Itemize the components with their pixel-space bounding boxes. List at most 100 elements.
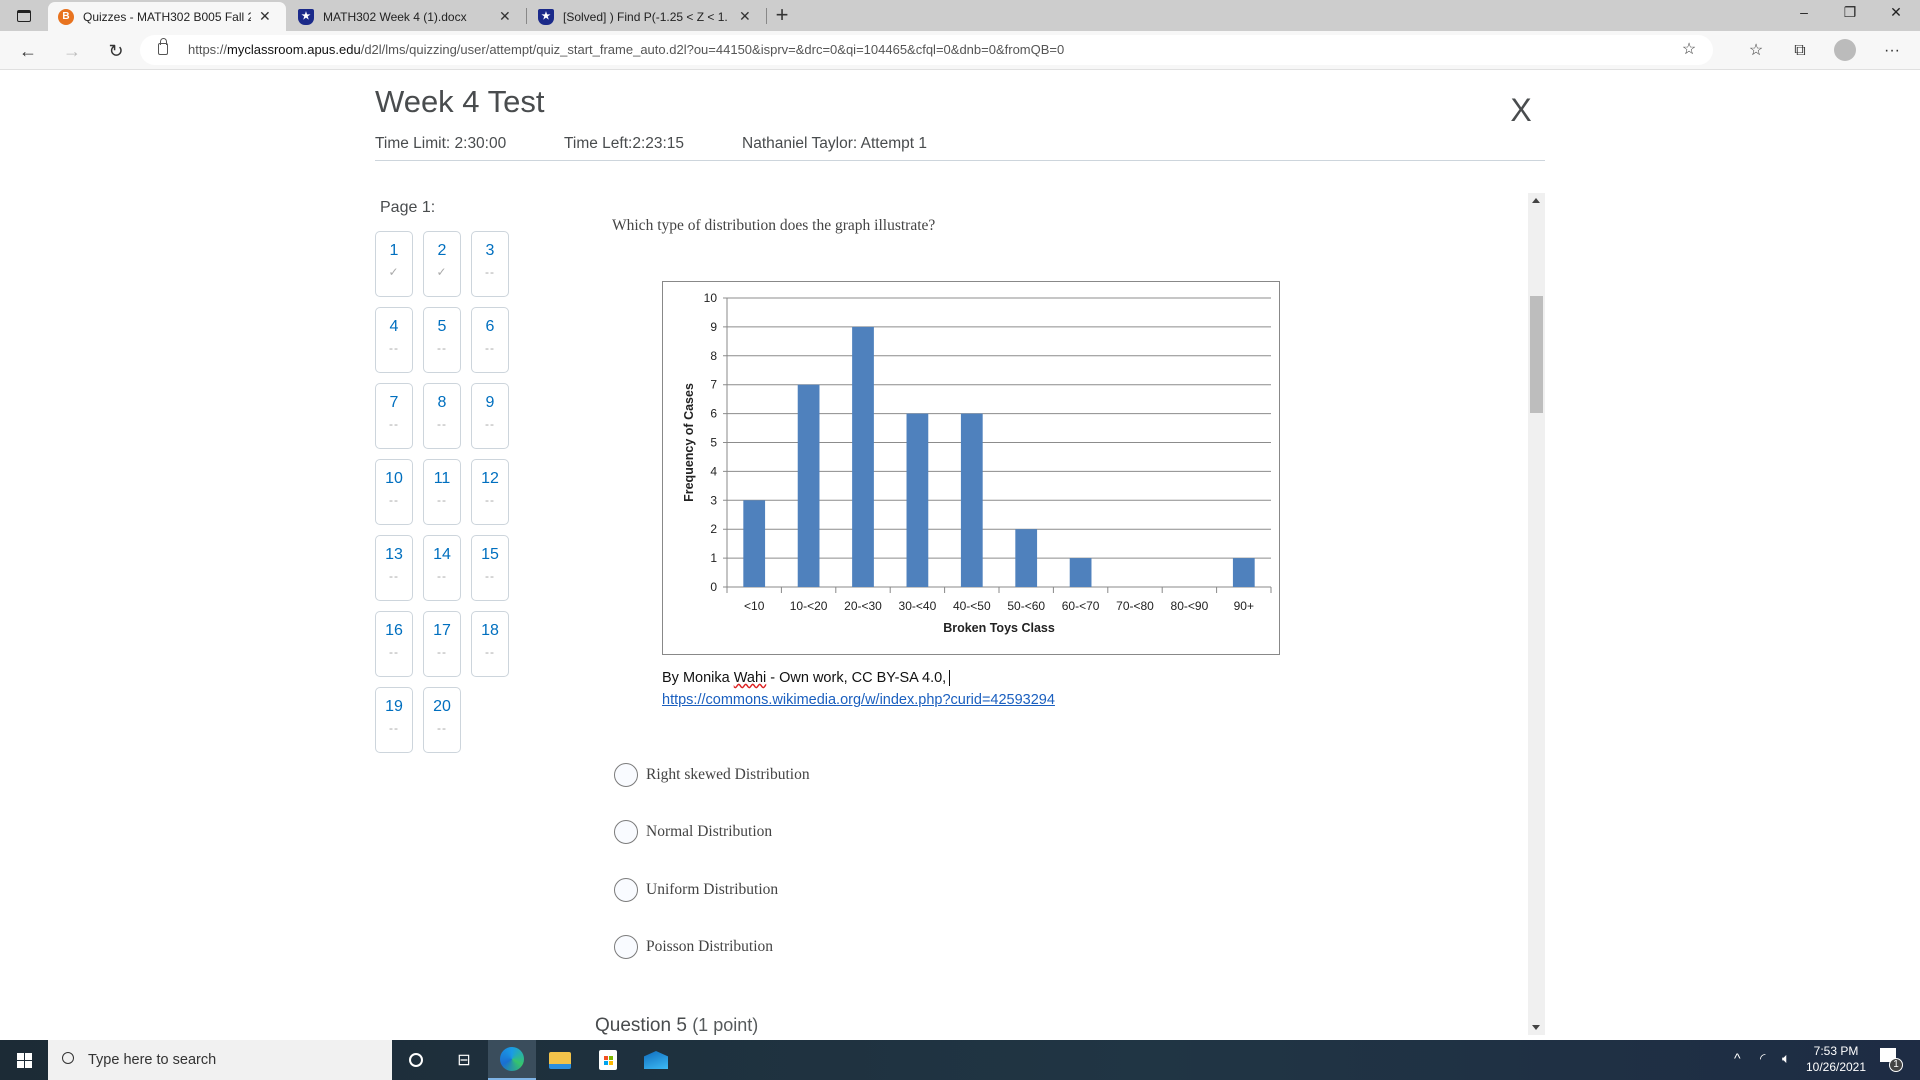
collections-icon[interactable]: ⧉ (1788, 39, 1812, 63)
unanswered-dash: -- (437, 341, 447, 355)
unanswered-dash: -- (437, 721, 447, 735)
y-tick-label: 5 (710, 436, 717, 450)
unanswered-dash: -- (485, 645, 495, 659)
bar (1232, 558, 1255, 587)
question-nav-item[interactable]: 10 -- (375, 459, 413, 525)
choice-normal[interactable]: Normal Distribution (614, 820, 772, 844)
scroll-up-icon[interactable] (1532, 198, 1540, 203)
add-favorite-icon[interactable]: ☆ (1677, 38, 1701, 62)
question-nav-item[interactable]: 4 -- (375, 307, 413, 373)
time-text: 7:53 PM (1813, 1044, 1859, 1058)
radio-button[interactable] (614, 935, 638, 959)
close-quiz-button[interactable]: X (1506, 94, 1536, 126)
y-tick-label: 8 (710, 349, 717, 363)
d2l-icon: B (58, 8, 74, 25)
question-number: 17 (433, 622, 451, 639)
y-tick-label: 0 (710, 580, 717, 594)
question-nav-item[interactable]: 20 -- (423, 687, 461, 753)
choice-poisson[interactable]: Poisson Distribution (614, 935, 773, 959)
tab-solved[interactable]: ★ [Solved] ) Find P(-1.25 < Z < 1. R ✕ (528, 2, 766, 31)
question-nav-item[interactable]: 16 -- (375, 611, 413, 677)
more-menu-icon[interactable]: ··· (1880, 39, 1904, 63)
restore-button[interactable]: ❐ (1830, 4, 1870, 21)
choice-uniform[interactable]: Uniform Distribution (614, 878, 778, 902)
new-tab-button[interactable]: + (770, 3, 794, 27)
question-nav-item[interactable]: 14 -- (423, 535, 461, 601)
question-nav-item[interactable]: 18 -- (471, 611, 509, 677)
question-nav-item[interactable]: 9 -- (471, 383, 509, 449)
store-icon[interactable] (584, 1040, 632, 1080)
radio-button[interactable] (614, 878, 638, 902)
network-icon[interactable]: ◜ (1760, 1050, 1765, 1067)
bar (906, 413, 929, 587)
x-tick-label: 10-<20 (790, 599, 828, 613)
choice-label: Uniform Distribution (646, 881, 779, 898)
mail-icon[interactable] (632, 1040, 680, 1080)
radio-button[interactable] (614, 820, 638, 844)
question-nav-item[interactable]: 1 ✓ (375, 231, 413, 297)
tab-title: MATH302 Week 4 (1).docx (323, 9, 467, 24)
question-text: Which type of distribution does the grap… (612, 217, 936, 234)
start-button[interactable] (0, 1040, 48, 1080)
windows-logo-pane (25, 1061, 32, 1068)
y-tick-label: 2 (710, 522, 717, 536)
scroll-thumb[interactable] (1530, 296, 1543, 413)
attribution-text: By Monika Wahi - Own work, CC BY-SA 4.0, (662, 670, 955, 686)
clock[interactable]: 7:53 PM 10/26/2021 (1800, 1043, 1872, 1075)
question-nav-item[interactable]: 13 -- (375, 535, 413, 601)
favorites-icon[interactable]: ☆ (1744, 39, 1768, 63)
question-nav-item[interactable]: 19 -- (375, 687, 413, 753)
windows-logo-pane (17, 1061, 24, 1068)
taskbar-search-input[interactable]: Type here to search (48, 1040, 392, 1080)
show-hidden-icons[interactable]: ^ (1734, 1050, 1741, 1066)
question-nav-item[interactable]: 7 -- (375, 383, 413, 449)
question-nav-item[interactable]: 6 -- (471, 307, 509, 373)
attribution-link[interactable]: https://commons.wikimedia.org/w/index.ph… (662, 692, 1055, 708)
minimize-button[interactable]: – (1784, 4, 1824, 20)
question-nav-item[interactable]: 5 -- (423, 307, 461, 373)
url-host: myclassroom.apus.edu (227, 42, 361, 57)
search-placeholder: Type here to search (88, 1052, 217, 1068)
question-number: 2 (437, 242, 447, 259)
question-nav-item[interactable]: 2 ✓ (423, 231, 461, 297)
question-nav-item[interactable]: 11 -- (423, 459, 461, 525)
unanswered-dash: -- (485, 341, 495, 355)
question-nav-item[interactable]: 17 -- (423, 611, 461, 677)
attempt-info: Nathaniel Taylor: Attempt 1 (742, 135, 927, 152)
volume-icon[interactable]: 🔈︎ (1782, 1050, 1790, 1067)
tab-actions-icon[interactable] (12, 4, 36, 28)
question-nav-item[interactable]: 3 -- (471, 231, 509, 297)
close-tab-icon[interactable]: ✕ (259, 8, 271, 25)
cortana-icon[interactable] (392, 1040, 440, 1080)
scroll-down-icon[interactable] (1532, 1025, 1540, 1030)
back-button[interactable]: ← (16, 39, 40, 63)
page-title: Week 4 Test (375, 84, 545, 119)
forward-button[interactable]: → (60, 39, 84, 63)
url-input[interactable]: https://myclassroom.apus.edu/d2l/lms/qui… (140, 35, 1713, 65)
reload-button[interactable]: ↻ (104, 39, 128, 63)
lock-icon (158, 38, 168, 55)
radio-button[interactable] (614, 763, 638, 787)
question-nav-item[interactable]: 12 -- (471, 459, 509, 525)
x-tick-label: 60-<70 (1062, 599, 1100, 613)
shield-star-icon: ★ (298, 8, 314, 25)
file-explorer-icon[interactable] (536, 1040, 584, 1080)
task-view-icon[interactable]: ⊟ (440, 1040, 488, 1080)
tab-docx[interactable]: ★ MATH302 Week 4 (1).docx ✕ (288, 2, 526, 31)
choice-right-skewed[interactable]: Right skewed Distribution (614, 763, 810, 787)
y-axis-label: Frequency of Cases (682, 383, 696, 502)
close-tab-icon[interactable]: ✕ (739, 8, 751, 25)
scrollbar[interactable] (1528, 193, 1545, 1035)
bar (960, 413, 983, 587)
question-nav-item[interactable]: 15 -- (471, 535, 509, 601)
unanswered-dash: -- (437, 493, 447, 507)
answered-check-icon: ✓ (388, 265, 400, 279)
close-tab-icon[interactable]: ✕ (499, 8, 511, 25)
profile-avatar[interactable] (1834, 39, 1856, 61)
close-window-button[interactable]: ✕ (1876, 4, 1916, 21)
tab-quizzes[interactable]: B Quizzes - MATH302 B005 Fall 20 ✕ (48, 2, 286, 31)
edge-icon[interactable] (488, 1040, 536, 1080)
page-label: Page 1: (380, 199, 436, 216)
notifications-icon[interactable]: 1 (1880, 1048, 1903, 1072)
question-nav-item[interactable]: 8 -- (423, 383, 461, 449)
